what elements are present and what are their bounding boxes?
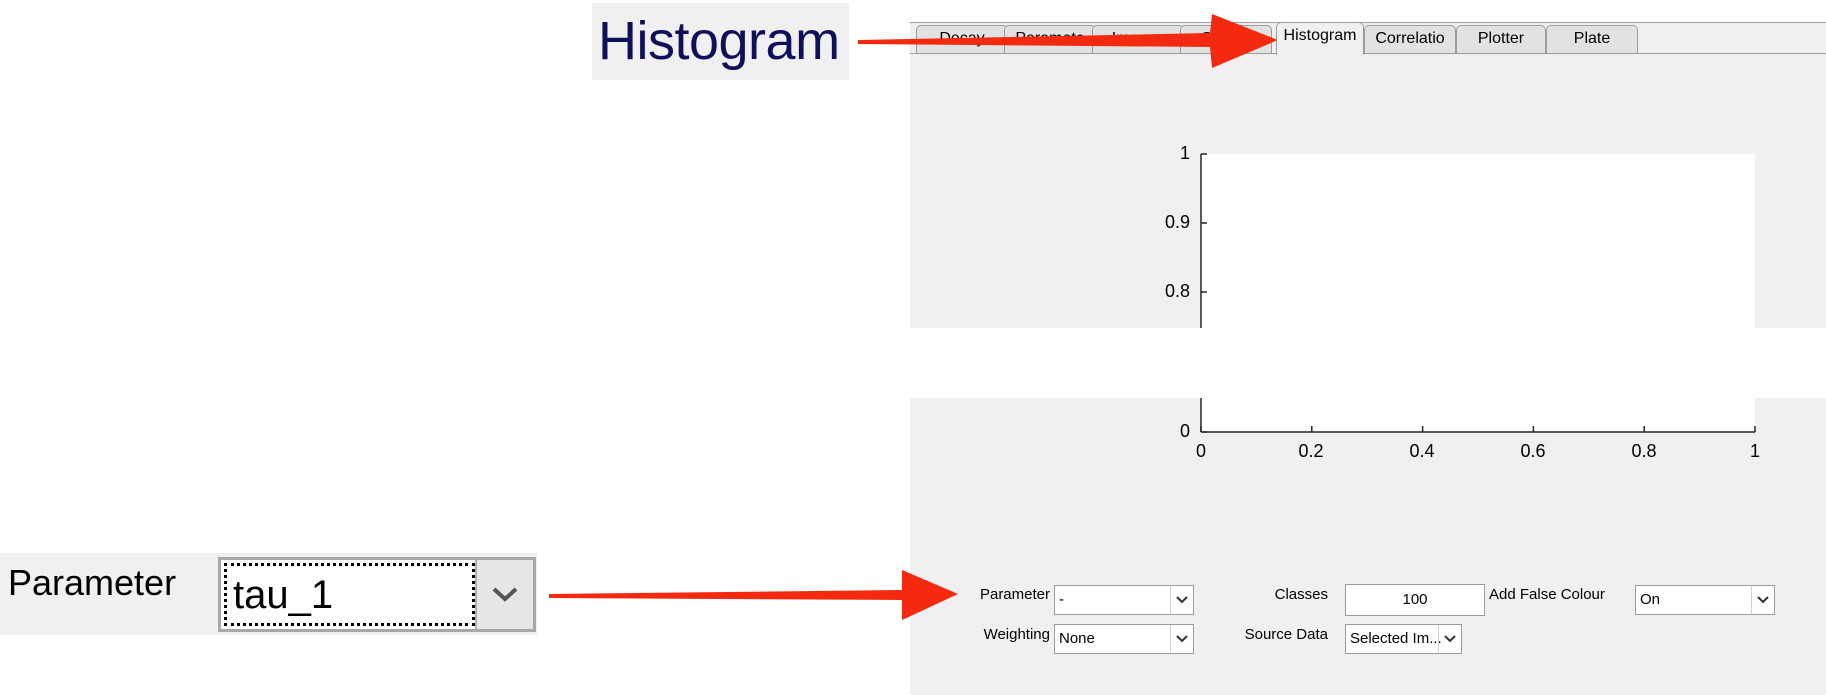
weighting-dropdown[interactable]: None — [1054, 624, 1194, 654]
weighting-value: None — [1059, 630, 1095, 647]
y-tick-label: 0 — [1179, 421, 1190, 441]
arrow-to-parameter-control — [549, 570, 958, 620]
x-tick-label: 0.8 — [1631, 441, 1657, 461]
false-colour-label: Add False Colour — [1489, 586, 1605, 603]
source-data-label: Source Data — [1244, 626, 1328, 643]
tab-parameters[interactable]: Paramete — [1004, 25, 1096, 53]
weighting-label: Weighting — [983, 626, 1050, 643]
classes-label: Classes — [1274, 586, 1328, 603]
x-tick-label: 0.4 — [1409, 441, 1435, 461]
tab-images[interactable]: Images — [1092, 25, 1184, 53]
zoom-parameter-label: Parameter — [8, 562, 177, 603]
x-tick-label: 0.6 — [1520, 441, 1546, 461]
chevron-down-icon[interactable] — [1438, 625, 1461, 653]
classes-input[interactable]: 100 — [1345, 584, 1485, 616]
chevron-down-icon[interactable] — [1170, 586, 1193, 614]
chevron-down-icon[interactable] — [1751, 586, 1774, 614]
tab-correlation[interactable]: Correlatio — [1364, 25, 1456, 53]
source-data-value: Selected Im... — [1350, 630, 1442, 647]
chevron-down-icon[interactable] — [1170, 625, 1193, 653]
tab-plotter[interactable]: Plotter — [1456, 25, 1546, 53]
y-tick-label: 0.9 — [1164, 212, 1190, 232]
zoom-parameter-dropdown[interactable]: tau_1 — [218, 557, 536, 632]
tab-decay[interactable]: Decay — [916, 25, 1008, 53]
zoom-parameter-value: tau_1 — [224, 563, 475, 626]
zoom-callout-parameter: Parameter tau_1 — [0, 553, 537, 635]
tab-gallery[interactable]: Gallery — [1180, 25, 1272, 53]
source-data-dropdown[interactable]: Selected Im... — [1345, 624, 1462, 654]
false-colour-value: On — [1640, 591, 1661, 608]
x-tick-label: 0 — [1195, 441, 1206, 461]
zoom-tab-label: Histogram — [598, 11, 840, 71]
histogram-panel: Decay Paramete Images Gallery Histogram … — [910, 22, 1826, 695]
parameter-label: Parameter — [979, 586, 1050, 603]
parameter-value: - — [1059, 591, 1064, 608]
chevron-down-icon[interactable] — [475, 560, 533, 629]
tab-plate[interactable]: Plate — [1546, 25, 1638, 53]
y-tick-label: 0.8 — [1164, 281, 1190, 301]
y-tick-label: 1 — [1179, 143, 1190, 163]
parameter-dropdown[interactable]: - — [1054, 585, 1194, 615]
zoom-callout-histogram-tab: Histogram — [592, 3, 849, 80]
x-tick-label: 0.2 — [1298, 441, 1324, 461]
cropped-gap — [910, 328, 1826, 398]
tab-histogram[interactable]: Histogram — [1276, 22, 1364, 55]
tab-strip: Decay Paramete Images Gallery Histogram … — [910, 22, 1826, 55]
false-colour-dropdown[interactable]: On — [1635, 585, 1775, 615]
x-tick-label: 1 — [1749, 441, 1760, 461]
